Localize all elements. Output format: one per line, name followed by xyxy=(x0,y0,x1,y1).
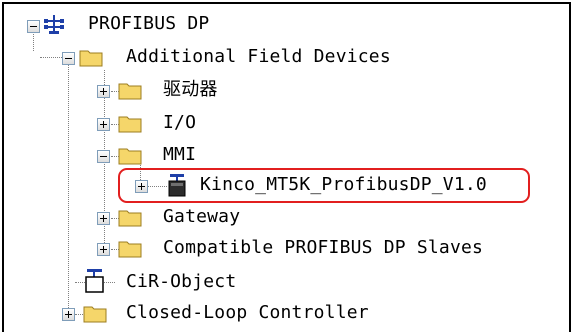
folder-icon xyxy=(83,306,107,323)
expand-toggle[interactable] xyxy=(62,308,75,321)
tree-node-label: Compatible PROFIBUS DP Slaves xyxy=(163,237,484,258)
tree-node-label: Gateway xyxy=(163,206,241,227)
tree-node-profibus-dp[interactable]: PROFIBUS DP xyxy=(0,8,260,40)
expand-toggle[interactable] xyxy=(97,118,110,131)
tree-node-label: I/O xyxy=(163,112,197,133)
cir-object-icon xyxy=(85,269,104,293)
tree-node-label: MMI xyxy=(163,144,197,165)
tree-node-compatible-slaves[interactable]: Compatible PROFIBUS DP Slaves xyxy=(0,233,520,265)
tree-node-label: Additional Field Devices xyxy=(126,46,391,67)
tree-node-cir-object[interactable]: CiR-Object xyxy=(0,266,260,298)
tree-node-label: Closed-Loop Controller xyxy=(126,302,369,323)
tree-node-label: CiR-Object xyxy=(126,271,237,292)
collapse-toggle[interactable] xyxy=(27,20,40,33)
folder-icon xyxy=(118,83,142,100)
tree-node-additional-field-devices[interactable]: Additional Field Devices xyxy=(0,41,440,73)
tree-node-drives[interactable]: 驱动器 xyxy=(0,75,260,107)
expand-toggle[interactable] xyxy=(97,243,110,256)
tree-node-closed-loop-controller[interactable]: Closed-Loop Controller xyxy=(0,297,420,329)
tree-node-io[interactable]: I/O xyxy=(0,108,260,140)
profibus-network-icon xyxy=(44,15,64,34)
folder-icon xyxy=(118,241,142,258)
highlight-annotation xyxy=(118,168,530,203)
tree-node-label: 驱动器 xyxy=(163,79,218,100)
folder-icon xyxy=(118,116,142,133)
collapse-toggle[interactable] xyxy=(62,52,75,65)
expand-toggle[interactable] xyxy=(97,85,110,98)
tree-node-gateway[interactable]: Gateway xyxy=(0,202,260,234)
folder-icon xyxy=(79,50,103,67)
folder-icon xyxy=(118,210,142,227)
folder-icon xyxy=(118,148,142,165)
expand-toggle[interactable] xyxy=(97,212,110,225)
collapse-toggle[interactable] xyxy=(97,150,110,163)
tree-node-label: PROFIBUS DP xyxy=(88,13,210,34)
